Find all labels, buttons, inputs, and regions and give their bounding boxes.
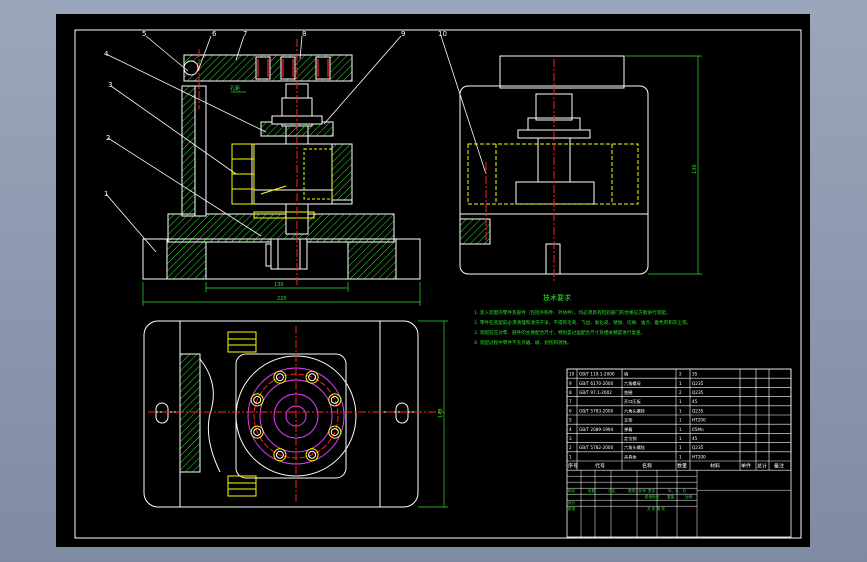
- bom-cell-no: 5: [569, 418, 572, 423]
- bom-cell-name: 六角头螺栓: [624, 407, 646, 414]
- top-view: [143, 320, 419, 508]
- title-label: 标记: [568, 488, 576, 493]
- bom-cell-qty: 1: [679, 381, 682, 386]
- bom-header-unit_mass: 单件: [741, 463, 751, 470]
- balloon-8: 8: [302, 30, 306, 38]
- bom-cell-qty: 1: [679, 445, 682, 450]
- side-hidden-lines: [467, 143, 639, 205]
- bom-cell-mat: HT200: [692, 454, 706, 459]
- bom-cell-no: 9: [569, 381, 572, 386]
- bom-cell-name: 弹簧: [624, 426, 632, 433]
- title-sheet: 共 张 第 张: [647, 506, 665, 511]
- balloon-3: 3: [108, 81, 112, 89]
- bom-cell-mat: 45: [692, 399, 698, 404]
- bom-cell-code: GB/T 97.1-2002: [579, 390, 612, 395]
- bom-header-qty: 数量: [677, 463, 687, 470]
- dim-top-height: 148: [438, 408, 444, 418]
- title-scale: 比例: [685, 494, 693, 499]
- bom-cell-no: 10: [569, 372, 575, 377]
- tech-line: 1. 装入装配的零件及部件（包括外购件、外协件），均必须具有检验部门的合格证方能…: [474, 309, 671, 316]
- dim-slot: 孔距: [230, 85, 240, 92]
- tech-line: 2. 零件在装配前必须清理和清洗干净，不得有毛刺、飞边、氧化皮、锈蚀、切屑、油污…: [474, 319, 691, 326]
- title-label: 更改文件号: [628, 488, 646, 493]
- bom-header-mat: 材料: [710, 463, 720, 470]
- bom-cell-name: 垫圈: [624, 389, 632, 396]
- bom-cell-code: GB/T 2089-1994: [579, 427, 614, 432]
- bom-cell-mat: Q235: [692, 408, 704, 413]
- title-label: 处数: [588, 488, 596, 493]
- bom-cell-mat: 45: [692, 436, 698, 441]
- dim-outer-width: 220: [277, 296, 287, 302]
- balloon-5: 5: [142, 30, 146, 38]
- bom-cell-mat: Q235: [692, 390, 704, 395]
- bom-cell-name: 六角头螺栓: [624, 444, 646, 451]
- bom-cell-code: GB/T 5782-2000: [579, 445, 614, 450]
- bom-cell-mat: Q235: [692, 445, 704, 450]
- front-view: [142, 54, 421, 280]
- bom-cell-no: 1: [569, 454, 572, 459]
- bom-cell-qty: 1: [679, 454, 682, 459]
- bom-cell-no: 7: [569, 399, 572, 404]
- bom-header-name: 名称: [642, 463, 652, 470]
- title-stage: 阶段标记: [645, 494, 660, 499]
- balloon-2: 2: [106, 134, 110, 142]
- bom-cell-name: 支架: [624, 417, 632, 424]
- bom-cell-code: GB/T 119.1-2000: [579, 372, 615, 377]
- balloon-6: 6: [212, 30, 217, 38]
- bom-cell-name: 夹具体: [624, 453, 637, 460]
- bom-header-no: 序号: [568, 463, 578, 470]
- bom-cell-no: 6: [569, 408, 572, 413]
- bom-cell-qty: 1: [679, 418, 682, 423]
- title-label: 年、月、日: [668, 488, 686, 493]
- balloon-1: 1: [104, 190, 108, 198]
- balloon-4: 4: [104, 50, 109, 58]
- title-label: 分区: [608, 488, 616, 493]
- bom-cell-code: GB/T 5783-2000: [579, 408, 614, 413]
- title-design: 设计: [568, 500, 576, 505]
- bom-cell-qty: 1: [679, 399, 682, 404]
- bom-header-code: 代号: [595, 463, 605, 470]
- title-weight: 重量: [667, 494, 675, 499]
- bom-cell-qty: 2: [679, 390, 682, 395]
- bom-cell-name: 销: [624, 371, 628, 378]
- assembly-drawing: 12345 6 7 8 9 10 220 130 孔距 130 148 技术要求…: [74, 29, 802, 539]
- balloon-7: 7: [243, 30, 247, 38]
- bom-cell-mat: HT200: [692, 418, 706, 423]
- tech-title: 技术要求: [543, 293, 571, 302]
- balloon-9: 9: [401, 30, 405, 38]
- bom-cell-qty: 1: [679, 408, 682, 413]
- bom-cell-mat: Q235: [692, 381, 704, 386]
- tech-line: 3. 装配前应对零、部件的主要配合尺寸，特别是过盈配合尺寸及相关精度进行复查。: [474, 329, 645, 336]
- tech-line: 4. 装配过程中零件不允许磕、碰、划伤和锈蚀。: [474, 339, 572, 346]
- bom-cell-qty: 1: [679, 436, 682, 441]
- bom-cell-name: 六角螺母: [624, 380, 641, 387]
- bom-cell-code: GB/T 6170-2000: [579, 381, 614, 386]
- bom-cell-no: 4: [569, 427, 572, 432]
- balloon-10: 10: [438, 30, 447, 38]
- bill-of-materials: 10 GB/T 119.1-2000 销 2 359 GB/T 6170-2000 六角螺母…: [566, 368, 792, 538]
- title-label: 签名: [648, 488, 656, 493]
- drawing-sheet: 1 2 3 4 5 6 7 8 9 10 220 130 孔距 130 148 …: [56, 14, 810, 547]
- bom-cell-mat: 35: [692, 372, 698, 377]
- title-approve: 批准: [568, 506, 576, 511]
- bom-cell-no: 2: [569, 445, 572, 450]
- bom-cell-qty: 2: [679, 372, 682, 377]
- top-yellow-parts: [227, 331, 257, 497]
- side-dimension: [624, 55, 702, 275]
- bom-header-remark: 备注: [774, 463, 784, 470]
- bom-cell-name: 开口压板: [624, 398, 642, 405]
- bom-cell-name: 定位销: [624, 435, 637, 442]
- dim-inner-width: 130: [274, 282, 284, 288]
- dim-side-height: 130: [692, 164, 698, 174]
- bom-cell-no: 3: [569, 436, 572, 441]
- bom-header-total_mass: 总计: [757, 463, 767, 470]
- bom-cell-no: 8: [569, 390, 572, 395]
- bom-cell-mat: 65Mn: [692, 427, 704, 432]
- bom-cell-qty: 1: [679, 427, 682, 432]
